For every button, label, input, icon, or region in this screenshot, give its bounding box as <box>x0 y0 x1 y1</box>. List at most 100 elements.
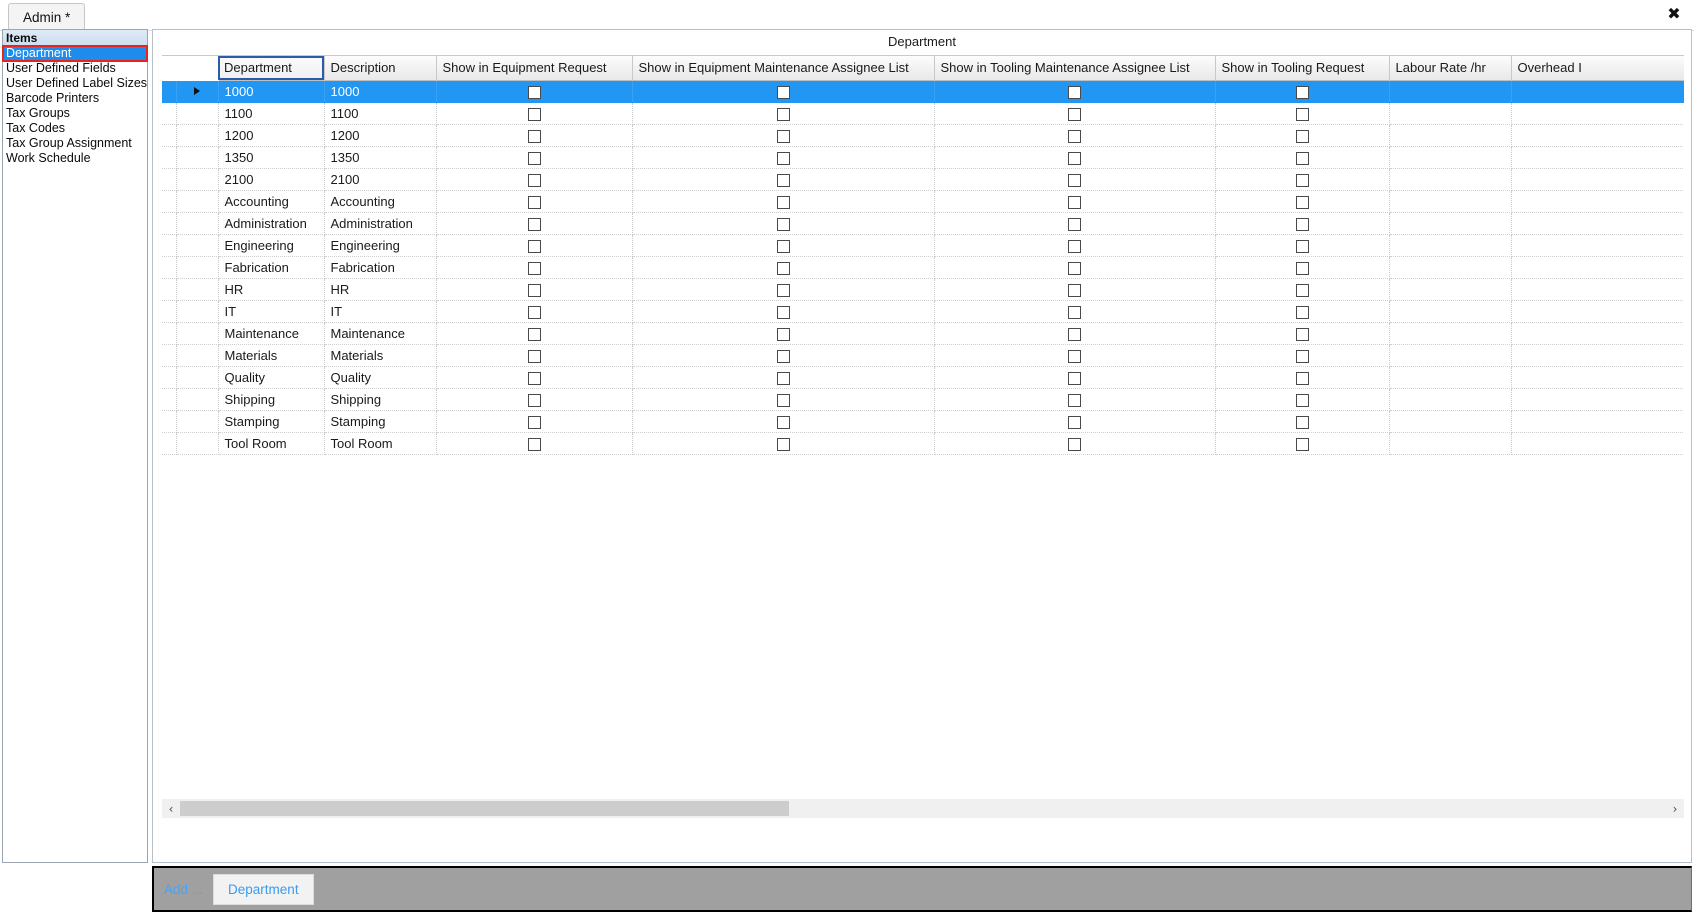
cell-overhead[interactable] <box>1511 102 1684 125</box>
checkbox-show_in_equipment_maintenance_assignee_list[interactable] <box>776 195 790 209</box>
cell-overhead[interactable] <box>1511 234 1684 257</box>
cell-department[interactable]: Shipping <box>218 388 325 411</box>
row-selector-cell[interactable] <box>176 300 219 323</box>
cell-show_in_equipment_maintenance_assignee_list[interactable] <box>632 366 935 389</box>
checkbox-show_in_tooling_maintenance_assignee_list[interactable] <box>1068 195 1081 209</box>
table-row[interactable]: 1200 1200 <box>162 124 1684 147</box>
cell-show_in_equipment_maintenance_assignee_list[interactable] <box>632 278 935 301</box>
cell-labour_rate[interactable] <box>1389 212 1512 235</box>
checkbox-show_in_tooling_request[interactable] <box>1295 371 1309 385</box>
cell-show_in_tooling_request[interactable] <box>1215 410 1390 433</box>
table-row[interactable]: Quality Quality <box>162 366 1684 389</box>
checkbox-show_in_tooling_request[interactable] <box>1295 129 1309 143</box>
cell-department[interactable]: Maintenance <box>218 322 325 345</box>
column-header-show-in-equipment-request[interactable]: Show in Equipment Request <box>436 56 633 81</box>
cell-show_in_equipment_request[interactable] <box>436 322 633 345</box>
column-header-labour-rate[interactable]: Labour Rate /hr <box>1389 56 1512 81</box>
row-selector-cell[interactable] <box>176 278 219 301</box>
checkbox-show_in_tooling_request[interactable] <box>1295 195 1309 209</box>
row-selector-cell[interactable] <box>176 432 219 455</box>
checkbox-show_in_equipment_maintenance_assignee_list[interactable] <box>776 129 790 143</box>
cell-show_in_equipment_maintenance_assignee_list[interactable] <box>632 388 935 411</box>
checkbox-show_in_equipment_request[interactable] <box>527 305 541 319</box>
cell-show_in_tooling_request[interactable] <box>1215 322 1390 345</box>
row-selector-cell[interactable] <box>176 366 219 389</box>
table-row[interactable]: 1100 1100 <box>162 102 1684 125</box>
table-row[interactable]: 2100 2100 <box>162 168 1684 191</box>
sidebar-item-tax-codes[interactable]: Tax Codes <box>3 121 147 136</box>
cell-labour_rate[interactable] <box>1389 366 1512 389</box>
checkbox-show_in_tooling_maintenance_assignee_list[interactable] <box>1068 437 1081 451</box>
cell-show_in_equipment_maintenance_assignee_list[interactable] <box>632 300 935 323</box>
sidebar-item-tax-group-assignment[interactable]: Tax Group Assignment <box>3 136 147 151</box>
cell-show_in_equipment_request[interactable] <box>436 146 633 169</box>
cell-labour_rate[interactable] <box>1389 278 1512 301</box>
cell-labour_rate[interactable] <box>1389 388 1512 411</box>
cell-description[interactable]: Administration <box>324 212 437 235</box>
checkbox-show_in_equipment_maintenance_assignee_list[interactable] <box>776 371 790 385</box>
cell-show_in_equipment_maintenance_assignee_list[interactable] <box>632 190 935 213</box>
checkbox-show_in_tooling_maintenance_assignee_list[interactable] <box>1068 261 1081 275</box>
cell-overhead[interactable] <box>1511 366 1684 389</box>
checkbox-show_in_tooling_maintenance_assignee_list[interactable] <box>1068 393 1081 407</box>
cell-department[interactable]: Tool Room <box>218 432 325 455</box>
checkbox-show_in_equipment_request[interactable] <box>527 371 541 385</box>
checkbox-show_in_equipment_maintenance_assignee_list[interactable] <box>776 283 790 297</box>
scrollbar-track[interactable] <box>180 799 1666 818</box>
cell-labour_rate[interactable] <box>1389 256 1512 279</box>
cell-show_in_tooling_request[interactable] <box>1215 388 1390 411</box>
table-row[interactable]: HR HR <box>162 278 1684 301</box>
table-row[interactable]: Administration Administration <box>162 212 1684 235</box>
row-selector-cell[interactable] <box>176 256 219 279</box>
scroll-left-icon[interactable]: ‹ <box>162 799 180 818</box>
table-row[interactable]: Materials Materials <box>162 344 1684 367</box>
cell-show_in_tooling_maintenance_assignee_list[interactable] <box>934 124 1216 147</box>
checkbox-show_in_tooling_request[interactable] <box>1295 305 1309 319</box>
checkbox-show_in_equipment_maintenance_assignee_list[interactable] <box>776 107 790 121</box>
table-row[interactable]: Stamping Stamping <box>162 410 1684 433</box>
cell-show_in_equipment_maintenance_assignee_list[interactable] <box>632 432 935 455</box>
cell-show_in_equipment_request[interactable] <box>436 190 633 213</box>
cell-show_in_tooling_maintenance_assignee_list[interactable] <box>934 146 1216 169</box>
column-header-show-in-tooling-maintenance-assignee-list[interactable]: Show in Tooling Maintenance Assignee Lis… <box>934 56 1216 81</box>
cell-overhead[interactable] <box>1511 212 1684 235</box>
row-selector-cell[interactable] <box>176 124 219 147</box>
cell-labour_rate[interactable] <box>1389 432 1512 455</box>
column-header-department[interactable]: Department <box>218 56 325 81</box>
cell-show_in_tooling_request[interactable] <box>1215 256 1390 279</box>
checkbox-show_in_equipment_request[interactable] <box>527 327 541 341</box>
cell-description[interactable]: Quality <box>324 366 437 389</box>
cell-department[interactable]: 1100 <box>218 102 325 125</box>
row-selector-cell[interactable] <box>176 102 219 125</box>
checkbox-show_in_tooling_maintenance_assignee_list[interactable] <box>1068 349 1081 363</box>
checkbox-show_in_equipment_maintenance_assignee_list[interactable] <box>776 261 790 275</box>
checkbox-show_in_equipment_maintenance_assignee_list[interactable] <box>776 217 790 231</box>
checkbox-show_in_equipment_maintenance_assignee_list[interactable] <box>776 151 790 165</box>
cell-show_in_tooling_request[interactable] <box>1215 300 1390 323</box>
cell-overhead[interactable] <box>1511 432 1684 455</box>
cell-show_in_equipment_request[interactable] <box>436 256 633 279</box>
cell-show_in_tooling_request[interactable] <box>1215 212 1390 235</box>
cell-show_in_tooling_maintenance_assignee_list[interactable] <box>934 102 1216 125</box>
cell-show_in_equipment_request[interactable] <box>436 344 633 367</box>
row-selector-cell[interactable] <box>176 322 219 345</box>
checkbox-show_in_tooling_maintenance_assignee_list[interactable] <box>1068 129 1081 143</box>
cell-show_in_equipment_maintenance_assignee_list[interactable] <box>632 212 935 235</box>
cell-department[interactable]: Quality <box>218 366 325 389</box>
cell-labour_rate[interactable] <box>1389 322 1512 345</box>
checkbox-show_in_equipment_request[interactable] <box>527 261 541 275</box>
cell-show_in_tooling_request[interactable] <box>1215 102 1390 125</box>
cell-show_in_equipment_maintenance_assignee_list[interactable] <box>632 80 935 103</box>
cell-labour_rate[interactable] <box>1389 80 1512 103</box>
scrollbar-thumb[interactable] <box>180 801 790 816</box>
cell-show_in_tooling_maintenance_assignee_list[interactable] <box>934 80 1216 103</box>
sidebar-item-barcode-printers[interactable]: Barcode Printers <box>3 91 147 106</box>
checkbox-show_in_tooling_maintenance_assignee_list[interactable] <box>1068 217 1081 231</box>
checkbox-show_in_equipment_maintenance_assignee_list[interactable] <box>776 349 790 363</box>
cell-show_in_equipment_request[interactable] <box>436 168 633 191</box>
table-row[interactable]: Accounting Accounting <box>162 190 1684 213</box>
cell-overhead[interactable] <box>1511 410 1684 433</box>
checkbox-show_in_equipment_request[interactable] <box>527 107 541 121</box>
table-row[interactable]: 1350 1350 <box>162 146 1684 169</box>
cell-show_in_tooling_request[interactable] <box>1215 190 1390 213</box>
